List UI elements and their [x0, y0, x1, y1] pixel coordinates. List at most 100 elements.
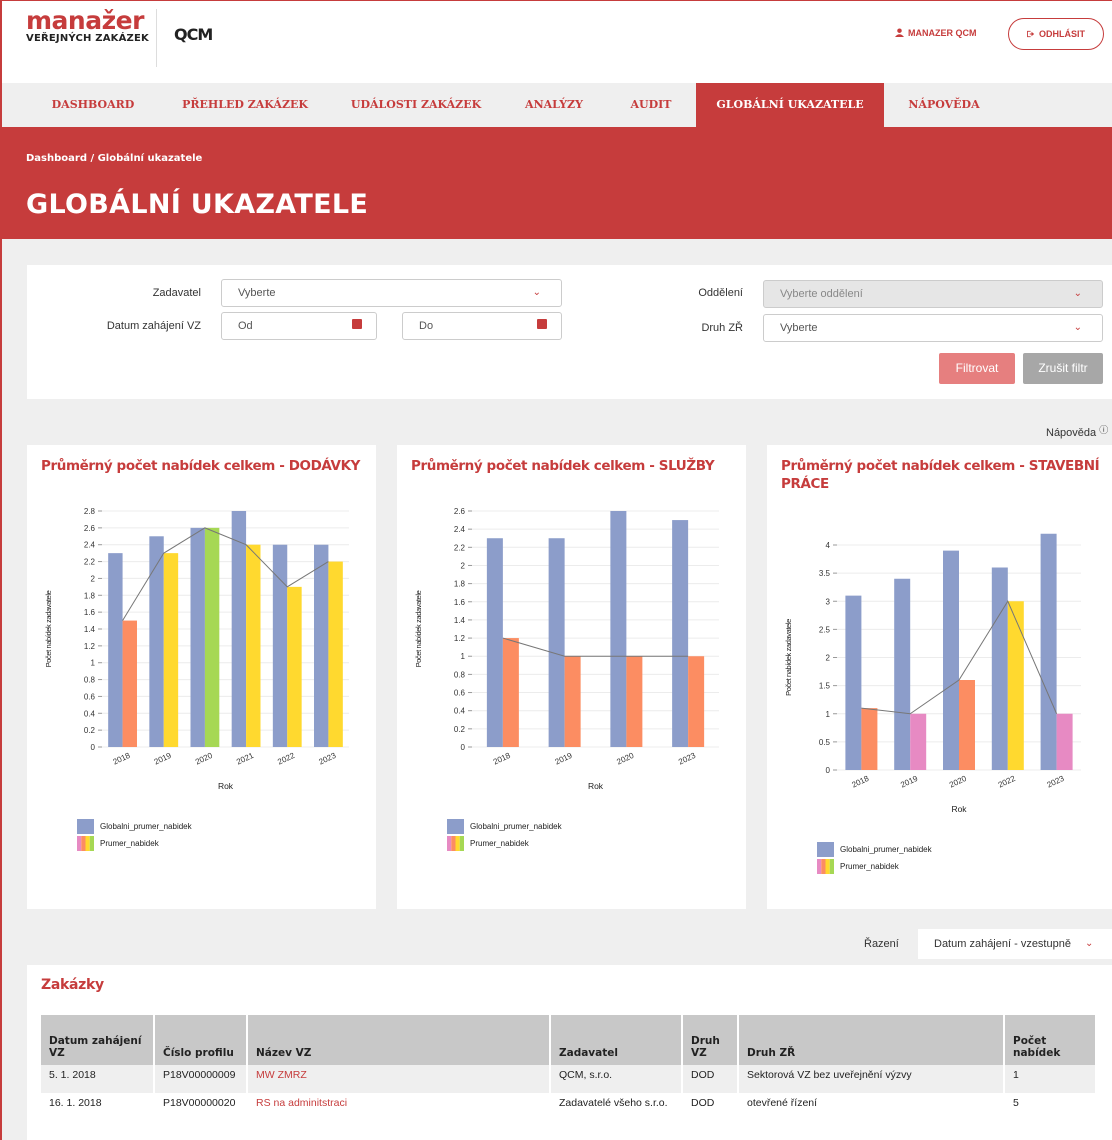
nav-globalni-ukazatele[interactable]: GLOBÁLNÍ UKAZATELE	[696, 83, 884, 127]
calendar-icon	[352, 319, 362, 329]
y-tick-label: 2.4	[454, 525, 466, 534]
reset-filter-button[interactable]: Zrušit filtr	[1023, 353, 1103, 384]
x-tick-label: 2023	[677, 751, 697, 767]
bar-average	[910, 713, 927, 770]
col-druh-zr[interactable]: Druh ZŘ	[739, 1015, 1003, 1065]
bar-global	[190, 527, 205, 747]
logout-button[interactable]: ODHLÁSIT	[1008, 18, 1104, 50]
zadavatel-value: Vyberte	[238, 287, 276, 299]
y-tick-label: 0	[461, 743, 466, 752]
bar-average	[502, 638, 519, 747]
y-tick-label: 0	[826, 766, 831, 775]
col-nazev-vz[interactable]: Název VZ	[248, 1015, 549, 1065]
col-pocet-nabidek[interactable]: Počet nabídek	[1005, 1015, 1095, 1065]
logout-icon	[1027, 30, 1035, 38]
y-tick-label: 2	[91, 574, 96, 583]
chevron-down-icon: ⌄	[1085, 938, 1094, 949]
col-datum[interactable]: Datum zahájení VZ	[41, 1015, 153, 1065]
cell-pocet-nabidek: 5	[1013, 1097, 1019, 1109]
y-tick-label: 2.2	[84, 558, 96, 567]
nav-dashboard[interactable]: DASHBOARD	[30, 83, 156, 127]
logo-title: manažer	[26, 6, 144, 35]
logo-subtitle: VEŘEJNÝCH ZAKÁZEK	[26, 33, 149, 44]
x-tick-label: 2020	[615, 751, 635, 767]
bar-global	[231, 511, 247, 747]
bar-global	[943, 550, 959, 770]
table-row[interactable]: 5. 1. 2018 P18V00000009 MW ZMRZ QCM, s.r…	[41, 1065, 1095, 1093]
y-tick-label: 1.5	[819, 682, 831, 691]
cell-cislo-profilu: P18V00000009	[155, 1065, 246, 1093]
oddeleni-placeholder: Vyberte oddělení	[780, 288, 863, 300]
user-menu[interactable]: MANAZER QCM	[895, 28, 977, 38]
bar-global	[991, 567, 1008, 770]
zakazky-card: Zakázky Datum zahájení VZ Číslo profilu …	[27, 965, 1112, 1140]
col-zadavatel[interactable]: Zadavatel	[551, 1015, 681, 1065]
y-tick-label: 1	[826, 710, 831, 719]
col-druh-vz[interactable]: Druh VZ	[683, 1015, 737, 1065]
oddeleni-select[interactable]: Vyberte oddělení ⌄	[763, 280, 1103, 308]
cell-nazev-vz: MW ZMRZ	[248, 1065, 549, 1093]
druh-zr-select[interactable]: Vyberte ⌄	[763, 314, 1103, 342]
bar-global	[272, 544, 288, 747]
zakazka-link[interactable]: MW ZMRZ	[256, 1069, 307, 1081]
y-axis-label: Počet nabídek zadavatele	[414, 590, 423, 667]
date-from-input[interactable]: Od	[221, 312, 377, 340]
y-tick-label: 3.5	[819, 569, 831, 578]
main-nav: DASHBOARD PŘEHLED ZAKÁZEK UDÁLOSTI ZAKÁZ…	[2, 83, 1112, 127]
bar-average	[959, 680, 975, 770]
y-tick-label: 1.2	[84, 642, 96, 651]
col-cislo-profilu[interactable]: Číslo profilu	[155, 1015, 246, 1065]
top-bar: manažer VEŘEJNÝCH ZAKÁZEK QCM MANAZER QC…	[2, 1, 1112, 83]
cell-cislo-profilu: P18V00000020	[163, 1097, 236, 1109]
filter-button[interactable]: Filtrovat	[939, 353, 1015, 384]
x-axis-label: Rok	[951, 804, 967, 814]
x-tick-label: 2020	[194, 751, 214, 767]
brand-logo: QCM	[174, 25, 213, 44]
legend-swatch-average	[817, 859, 822, 874]
sort-select[interactable]: Datum zahájení - vzestupně ⌄	[918, 929, 1112, 959]
bar-global	[1040, 533, 1057, 770]
logo[interactable]: manažer VEŘEJNÝCH ZAKÁZEK	[26, 6, 149, 44]
nav-audit[interactable]: AUDIT	[608, 83, 694, 127]
calendar-icon	[537, 319, 547, 329]
y-tick-label: 2	[826, 654, 831, 663]
sort-value: Datum zahájení - vzestupně	[934, 938, 1071, 950]
chevron-down-icon: ⌄	[532, 287, 541, 298]
nav-napoveda[interactable]: NÁPOVĚDA	[884, 83, 1004, 127]
chevron-down-icon: ⌄	[1073, 288, 1082, 299]
bar-average	[564, 656, 581, 747]
legend-swatch-global	[77, 819, 94, 834]
date-to-input[interactable]: Do	[402, 312, 562, 340]
breadcrumb[interactable]: Dashboard / Globální ukazatele	[26, 153, 202, 164]
x-tick-label: 2019	[899, 774, 919, 790]
x-tick-label: 2020	[948, 774, 968, 790]
nav-analyzy[interactable]: ANALÝZY	[506, 83, 602, 127]
nav-udalosti-zakazek[interactable]: UDÁLOSTI ZAKÁZEK	[332, 83, 500, 127]
sort-label: Řazení	[864, 938, 899, 950]
cell-datum: 5. 1. 2018	[41, 1065, 153, 1093]
cell-druh-zr: otevřené řízení	[747, 1097, 818, 1109]
table-title: Zakázky	[41, 977, 104, 993]
help-link[interactable]: Nápověda ⓘ	[1046, 423, 1108, 439]
cell-druh-vz: DOD	[691, 1097, 715, 1109]
y-tick-label: 1.4	[454, 616, 466, 625]
bar-average	[1056, 713, 1073, 770]
legend-swatch-average	[447, 836, 452, 851]
y-tick-label: 1.6	[454, 598, 466, 607]
legend-label: Prumer_nabidek	[100, 839, 160, 848]
zakazka-link[interactable]: RS na adminitstraci	[256, 1097, 347, 1109]
cell-druh-vz: DOD	[683, 1065, 737, 1093]
y-tick-label: 2.6	[454, 507, 466, 516]
table-row[interactable]: 16. 1. 2018 P18V00000020 RS na adminitst…	[41, 1093, 1095, 1121]
legend-swatch-average	[81, 836, 86, 851]
zadavatel-select[interactable]: Vyberte ⌄	[221, 279, 562, 307]
chevron-down-icon: ⌄	[1073, 322, 1082, 333]
datum-label: Datum zahájení VZ	[106, 320, 201, 332]
y-tick-label: 0.2	[454, 725, 466, 734]
y-axis-label: Počet nabídek zadavatele	[784, 619, 793, 696]
y-axis-label: Počet nabídek zadavatele	[44, 590, 53, 667]
y-tick-label: 1	[461, 652, 466, 661]
user-name: MANAZER QCM	[908, 28, 977, 38]
nav-prehled-zakazek[interactable]: PŘEHLED ZAKÁZEK	[162, 83, 328, 127]
y-tick-label: 1	[91, 659, 96, 668]
